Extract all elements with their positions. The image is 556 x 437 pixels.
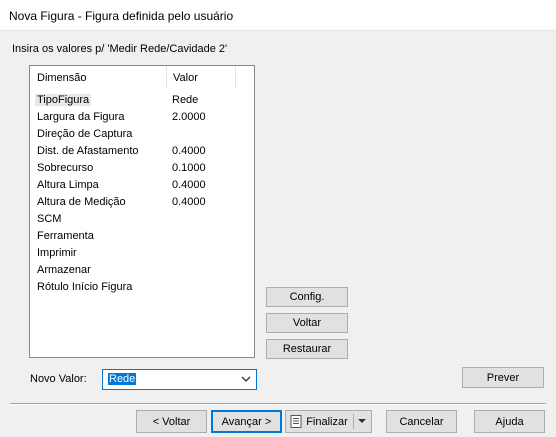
list-row-afastamento[interactable]: Dist. de Afastamento 0.4000 xyxy=(30,143,254,160)
finish-icon xyxy=(290,415,302,428)
prever-button[interactable]: Prever xyxy=(462,367,544,388)
chevron-down-icon[interactable] xyxy=(240,373,252,388)
row-name: Largura da Figura xyxy=(37,111,125,123)
finish-split-button[interactable]: Finalizar xyxy=(285,410,372,433)
restaurar-button[interactable]: Restaurar xyxy=(266,339,348,359)
finish-label: Finalizar xyxy=(306,415,348,428)
row-value: 0.1000 xyxy=(172,162,206,174)
row-value: 0.4000 xyxy=(172,196,206,208)
row-name: TipoFigura xyxy=(35,94,92,106)
list-row-tipofigura[interactable]: TipoFigura Rede xyxy=(30,92,254,109)
novo-valor-combobox[interactable]: Rede xyxy=(102,369,257,390)
row-name: Direção de Captura xyxy=(37,128,133,140)
list-row-sobrecurso[interactable]: Sobrecurso 0.1000 xyxy=(30,160,254,177)
row-name: Ferramenta xyxy=(37,230,94,242)
row-value: 0.4000 xyxy=(172,179,206,191)
list-header: Dimensão Valor xyxy=(30,66,254,88)
cancel-button[interactable]: Cancelar xyxy=(386,410,457,433)
list-row-altura-limpa[interactable]: Altura Limpa 0.4000 xyxy=(30,177,254,194)
row-value: 0.4000 xyxy=(172,145,206,157)
row-value: 2.0000 xyxy=(172,111,206,123)
row-name: Altura de Medição xyxy=(37,196,126,208)
row-name: Imprimir xyxy=(37,247,77,259)
novo-valor-selected-text: Rede xyxy=(108,373,137,385)
back-button[interactable]: < Voltar xyxy=(136,410,207,433)
row-value: Rede xyxy=(172,94,199,106)
config-button[interactable]: Config. xyxy=(266,287,348,307)
split-divider xyxy=(353,414,354,429)
list-row-rotulo[interactable]: Rótulo Início Figura xyxy=(30,279,254,296)
row-name: SCM xyxy=(37,213,62,225)
window-title: Nova Figura - Figura definida pelo usuár… xyxy=(9,9,234,23)
row-name: Armazenar xyxy=(37,264,91,276)
footer-divider xyxy=(10,403,546,405)
row-name: Sobrecurso xyxy=(37,162,94,174)
list-row-largura[interactable]: Largura da Figura 2.0000 xyxy=(30,109,254,126)
list-row-altura-medicao[interactable]: Altura de Medição 0.4000 xyxy=(30,194,254,211)
list-row-imprimir[interactable]: Imprimir xyxy=(30,245,254,262)
voltar-button[interactable]: Voltar xyxy=(266,313,348,333)
dimension-list[interactable]: Dimensão Valor TipoFigura Rede Largura d… xyxy=(29,65,255,358)
novo-valor-label: Novo Valor: xyxy=(30,373,87,385)
list-row-ferramenta[interactable]: Ferramenta xyxy=(30,228,254,245)
column-header-value[interactable]: Valor xyxy=(173,72,198,84)
help-button[interactable]: Ajuda xyxy=(474,410,545,433)
row-name: Altura Limpa xyxy=(37,179,99,191)
title-bar: Nova Figura - Figura definida pelo usuár… xyxy=(0,0,556,31)
column-header-dimension[interactable]: Dimensão xyxy=(37,72,87,84)
row-name: Rótulo Início Figura xyxy=(37,281,133,293)
column-divider[interactable] xyxy=(235,66,236,88)
column-divider[interactable] xyxy=(166,66,167,88)
list-row-direcao[interactable]: Direção de Captura xyxy=(30,126,254,143)
list-row-armazenar[interactable]: Armazenar xyxy=(30,262,254,279)
finish-button[interactable]: Finalizar xyxy=(286,411,352,432)
dropdown-arrow-icon[interactable] xyxy=(356,415,368,430)
row-name: Dist. de Afastamento xyxy=(37,145,139,157)
instruction-text: Insira os valores p/ 'Medir Rede/Cavidad… xyxy=(12,43,228,55)
list-row-scm[interactable]: SCM xyxy=(30,211,254,228)
next-button[interactable]: Avançar > xyxy=(211,410,282,433)
